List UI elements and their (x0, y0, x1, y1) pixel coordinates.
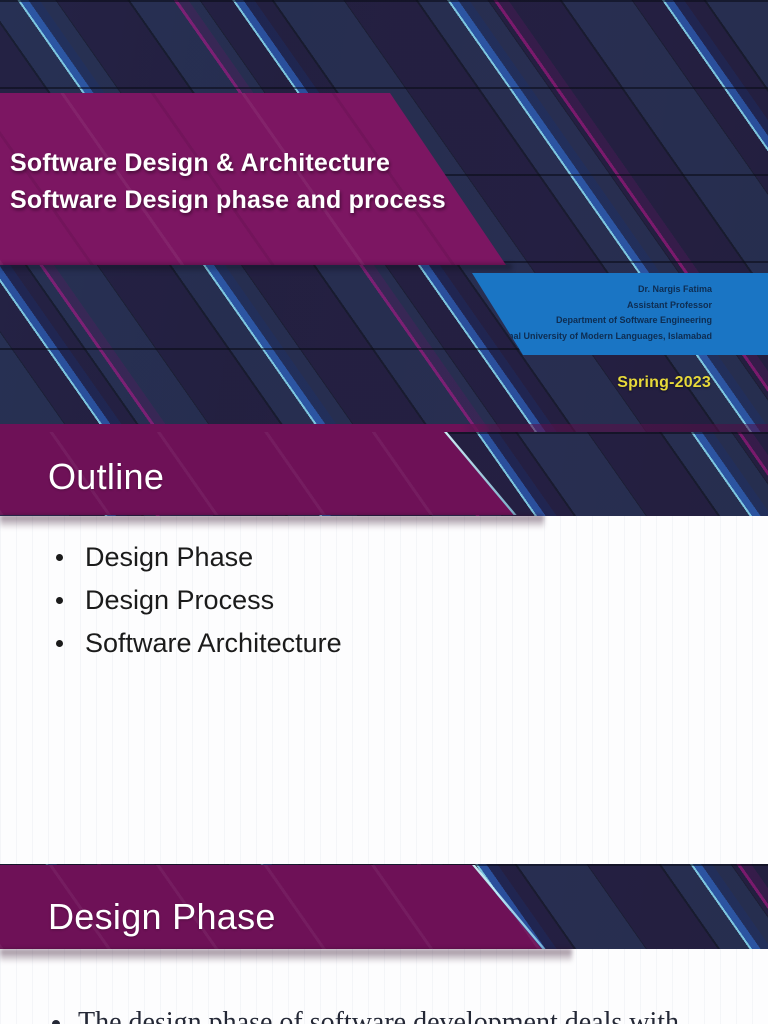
bullet-icon (52, 1020, 60, 1024)
body-text-fragment: The design phase of software development… (78, 1007, 680, 1024)
slide3-body-first-line: The design phase of software development… (46, 1006, 679, 1024)
slide3-band-shadow (0, 949, 572, 963)
bullet-icon (56, 597, 63, 604)
slide3-header-background-art: Design Phase (0, 864, 768, 949)
bullet-label: Software Architecture (85, 628, 342, 658)
slide-outline: Outline Design Phase Design Process Soft… (0, 432, 768, 864)
bullet-label: Design Phase (85, 542, 254, 572)
slide2-header-title: Outline (48, 456, 165, 497)
term-label: Spring-2023 (617, 374, 711, 391)
slide1-bottom-stripe (0, 424, 768, 432)
document-page: Software Design & Architecture Software … (0, 0, 768, 1024)
slide2-band-shadow (0, 515, 544, 529)
bullet-icon (56, 640, 63, 647)
slide2-header-background-art: Outline (0, 432, 768, 516)
list-item: Software Architecture (46, 622, 342, 665)
bullet-icon (56, 554, 63, 561)
outline-bullet-list: Design Phase Design Process Software Arc… (46, 536, 342, 665)
lecture-title: Software Design phase and process (10, 186, 446, 214)
slide3-header-title: Design Phase (48, 896, 276, 937)
list-item: Design Process (46, 579, 342, 622)
slide-title: Software Design & Architecture Software … (0, 0, 768, 432)
list-item: Design Phase (46, 536, 342, 579)
slide-design-phase: Design Phase The design phase of softwar… (0, 864, 768, 1024)
title-banner-shadow (0, 264, 512, 273)
bullet-label: Design Process (85, 585, 275, 615)
